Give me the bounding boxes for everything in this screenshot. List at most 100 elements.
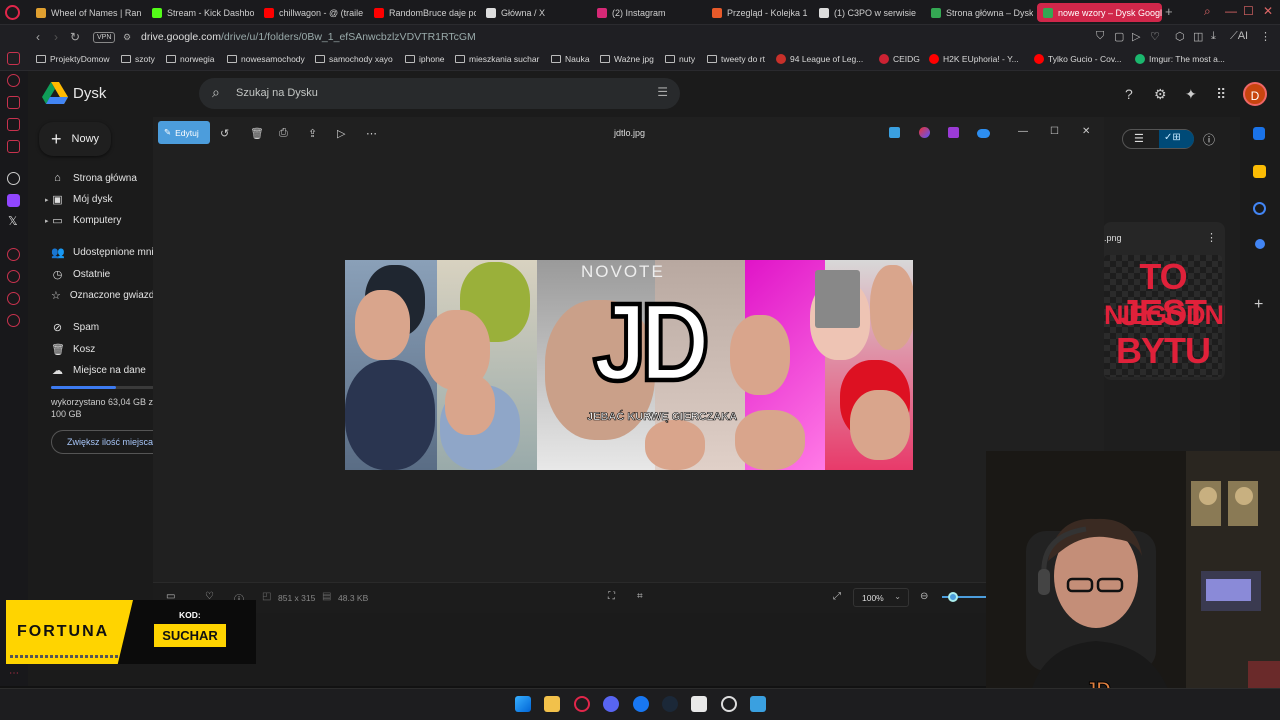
discord-icon[interactable] bbox=[603, 696, 619, 712]
facebook-icon[interactable] bbox=[633, 696, 649, 712]
delete-icon[interactable]: 🗑 bbox=[250, 127, 264, 140]
bookmark-item[interactable]: norwegia bbox=[166, 54, 215, 64]
browser-tab[interactable]: Główna / X bbox=[480, 3, 587, 22]
search-box[interactable]: ⌕ Szukaj na Dysku ☰ bbox=[199, 78, 680, 109]
visual-search-icon[interactable]: ⌗ bbox=[637, 591, 643, 602]
nav-item[interactable]: 👥 Udostępnione mnie bbox=[51, 246, 155, 259]
bookmark-item[interactable]: Tylko Gucio - Cov... bbox=[1034, 54, 1122, 64]
browser-tab[interactable]: chillwagon - @ (traile bbox=[258, 3, 364, 22]
nav-item[interactable]: ☁ Miejsce na dane bbox=[51, 364, 155, 377]
settings-gear-icon[interactable]: ⚙ bbox=[1154, 86, 1167, 103]
designer-icon[interactable] bbox=[948, 127, 959, 138]
sidebar-clock-icon[interactable] bbox=[7, 270, 20, 283]
browser-tab[interactable]: (2) Instagram bbox=[591, 3, 702, 22]
sidebar-wallet-icon[interactable] bbox=[7, 118, 20, 131]
heart-icon[interactable]: ♡ bbox=[1150, 30, 1160, 43]
sidebar-mail-icon[interactable] bbox=[7, 140, 20, 153]
file-card-more-icon[interactable]: ⋮ bbox=[1206, 231, 1217, 244]
more-options-icon[interactable]: ⋯ bbox=[366, 127, 377, 140]
expand-my-drive-icon[interactable]: ▸ bbox=[45, 196, 49, 204]
start-icon[interactable] bbox=[515, 696, 531, 712]
grid-view-selected[interactable]: ✓⊞ bbox=[1159, 130, 1194, 148]
bookmark-item[interactable]: Nauka bbox=[551, 54, 590, 64]
sidebar-player-icon[interactable] bbox=[7, 248, 20, 261]
new-button[interactable]: + Nowy bbox=[39, 122, 111, 156]
search-tabs-icon[interactable]: ⌕ bbox=[1204, 4, 1211, 19]
viewer-maximize-icon[interactable]: ☐ bbox=[1050, 126, 1059, 137]
zoom-select[interactable]: 100% ⌄ bbox=[853, 588, 909, 607]
bookmark-item[interactable]: iphone bbox=[405, 54, 445, 64]
help-icon[interactable]: ? bbox=[1125, 86, 1133, 102]
screenshot-icon[interactable]: ▢ bbox=[1114, 30, 1124, 43]
ai-button[interactable]: ⟋AI bbox=[1230, 30, 1248, 43]
bookmark-item[interactable]: mieszkania suchar bbox=[455, 54, 539, 64]
bookmark-item[interactable]: ProjektyDomow bbox=[36, 54, 110, 64]
sidebar-twitch-icon[interactable] bbox=[7, 194, 20, 207]
bookmark-item[interactable]: Ważne jpg bbox=[600, 54, 654, 64]
browser-tab[interactable]: (1) C3PO w serwisie bbox=[813, 3, 921, 22]
nav-item[interactable]: ⌂ Strona główna bbox=[51, 172, 155, 184]
file-card[interactable]: .png ⋮ TO JEST NIEGODNE BYTU bbox=[1103, 222, 1225, 380]
notes-icon[interactable] bbox=[691, 696, 707, 712]
sidebar-spotify-icon[interactable] bbox=[7, 292, 20, 305]
clipchamp-icon[interactable] bbox=[919, 127, 930, 138]
onedrive-icon[interactable] bbox=[977, 129, 990, 138]
opera-logo-icon[interactable] bbox=[5, 5, 20, 20]
back-icon[interactable]: ‹ bbox=[36, 30, 40, 44]
url-field[interactable]: drive.google.com/drive/u/1/folders/0Bw_1… bbox=[141, 31, 476, 43]
bookmark-item[interactable]: samochody xayo bbox=[315, 54, 393, 64]
share-icon[interactable]: ⇪ bbox=[308, 127, 317, 140]
add-addon-icon[interactable]: + bbox=[1254, 296, 1263, 314]
print-icon[interactable]: ⎙ bbox=[279, 127, 288, 140]
edit-button[interactable]: ✎ Edytuj bbox=[158, 121, 210, 144]
nav-item[interactable]: ◷ Ostatnie bbox=[51, 268, 155, 281]
browser-tab[interactable]: Wheel of Names | Ran bbox=[30, 3, 142, 22]
close-window-icon[interactable]: ✕ bbox=[1263, 4, 1273, 18]
bookmark-item[interactable]: CEIDG bbox=[879, 54, 920, 64]
new-tab-button[interactable]: + bbox=[1165, 4, 1173, 19]
photos-app-icon[interactable] bbox=[889, 127, 900, 138]
rotate-icon[interactable]: ↺ bbox=[220, 127, 229, 140]
vpn-badge[interactable]: VPN bbox=[93, 32, 116, 43]
avatar[interactable]: D bbox=[1243, 82, 1267, 106]
nav-item[interactable]: ☆ Oznaczone gwiazdką bbox=[51, 289, 155, 302]
slideshow-icon[interactable]: ▷ bbox=[337, 127, 345, 140]
menu-icon[interactable]: ⋮ bbox=[1260, 30, 1271, 43]
browser-tab[interactable]: nowe wzory – Dysk Googl bbox=[1037, 3, 1162, 22]
download-icon[interactable]: ⤓ bbox=[1211, 30, 1216, 43]
crop-icon[interactable]: ⛶ bbox=[608, 591, 615, 602]
sidebar-history-icon[interactable] bbox=[7, 74, 20, 87]
search-options-icon[interactable]: ☰ bbox=[657, 85, 668, 99]
browser-tab[interactable]: Strona główna – Dysk bbox=[925, 3, 1033, 22]
zoom-out-icon[interactable]: ⊖ bbox=[920, 591, 928, 602]
browser-tab[interactable]: RandomBruce daje pc bbox=[368, 3, 476, 22]
obs-icon[interactable] bbox=[721, 696, 737, 712]
bookmark-item[interactable]: Imgur: The most a... bbox=[1135, 54, 1225, 64]
bookmark-item[interactable]: tweety do rt bbox=[707, 54, 765, 64]
sidebar-bag-icon[interactable] bbox=[7, 96, 20, 109]
browser-tab[interactable]: Stream - Kick Dashbo bbox=[146, 3, 254, 22]
apps-grid-icon[interactable]: ⠿ bbox=[1216, 86, 1226, 103]
bookmark-item[interactable]: szoty bbox=[121, 54, 155, 64]
opera-taskbar-icon[interactable] bbox=[574, 696, 590, 712]
more-storage-button[interactable]: Zwiększ ilość miejsca bbox=[51, 430, 154, 454]
maximize-icon[interactable]: ☐ bbox=[1243, 4, 1254, 18]
fit-to-window-icon[interactable]: ⤢ bbox=[833, 591, 841, 602]
forward-icon[interactable]: › bbox=[54, 30, 58, 44]
extensions-icon[interactable]: ⬡ bbox=[1175, 30, 1185, 43]
contacts-icon[interactable] bbox=[1255, 239, 1265, 249]
zoom-slider[interactable] bbox=[942, 592, 987, 602]
photos-taskbar-icon[interactable] bbox=[750, 696, 766, 712]
nav-item[interactable]: ▣ Mój dysk bbox=[51, 193, 155, 206]
keep-icon[interactable] bbox=[1253, 165, 1266, 178]
sidebar-messenger-icon[interactable] bbox=[7, 52, 20, 65]
details-info-icon[interactable]: ⓘ bbox=[1203, 131, 1215, 148]
sidebar-chatgpt-icon[interactable] bbox=[7, 172, 20, 185]
bookmark-item[interactable]: nowesamochody bbox=[227, 54, 305, 64]
viewer-close-icon[interactable]: ✕ bbox=[1082, 126, 1090, 137]
viewer-minimize-icon[interactable]: — bbox=[1018, 126, 1028, 137]
play-icon[interactable]: ▷ bbox=[1132, 30, 1140, 43]
browser-tab[interactable]: Przegląd - Kolejka 1 1 bbox=[706, 3, 809, 22]
search-input[interactable]: Szukaj na Dysku bbox=[236, 87, 318, 99]
nav-item[interactable]: ▭ Komputery bbox=[51, 214, 155, 227]
